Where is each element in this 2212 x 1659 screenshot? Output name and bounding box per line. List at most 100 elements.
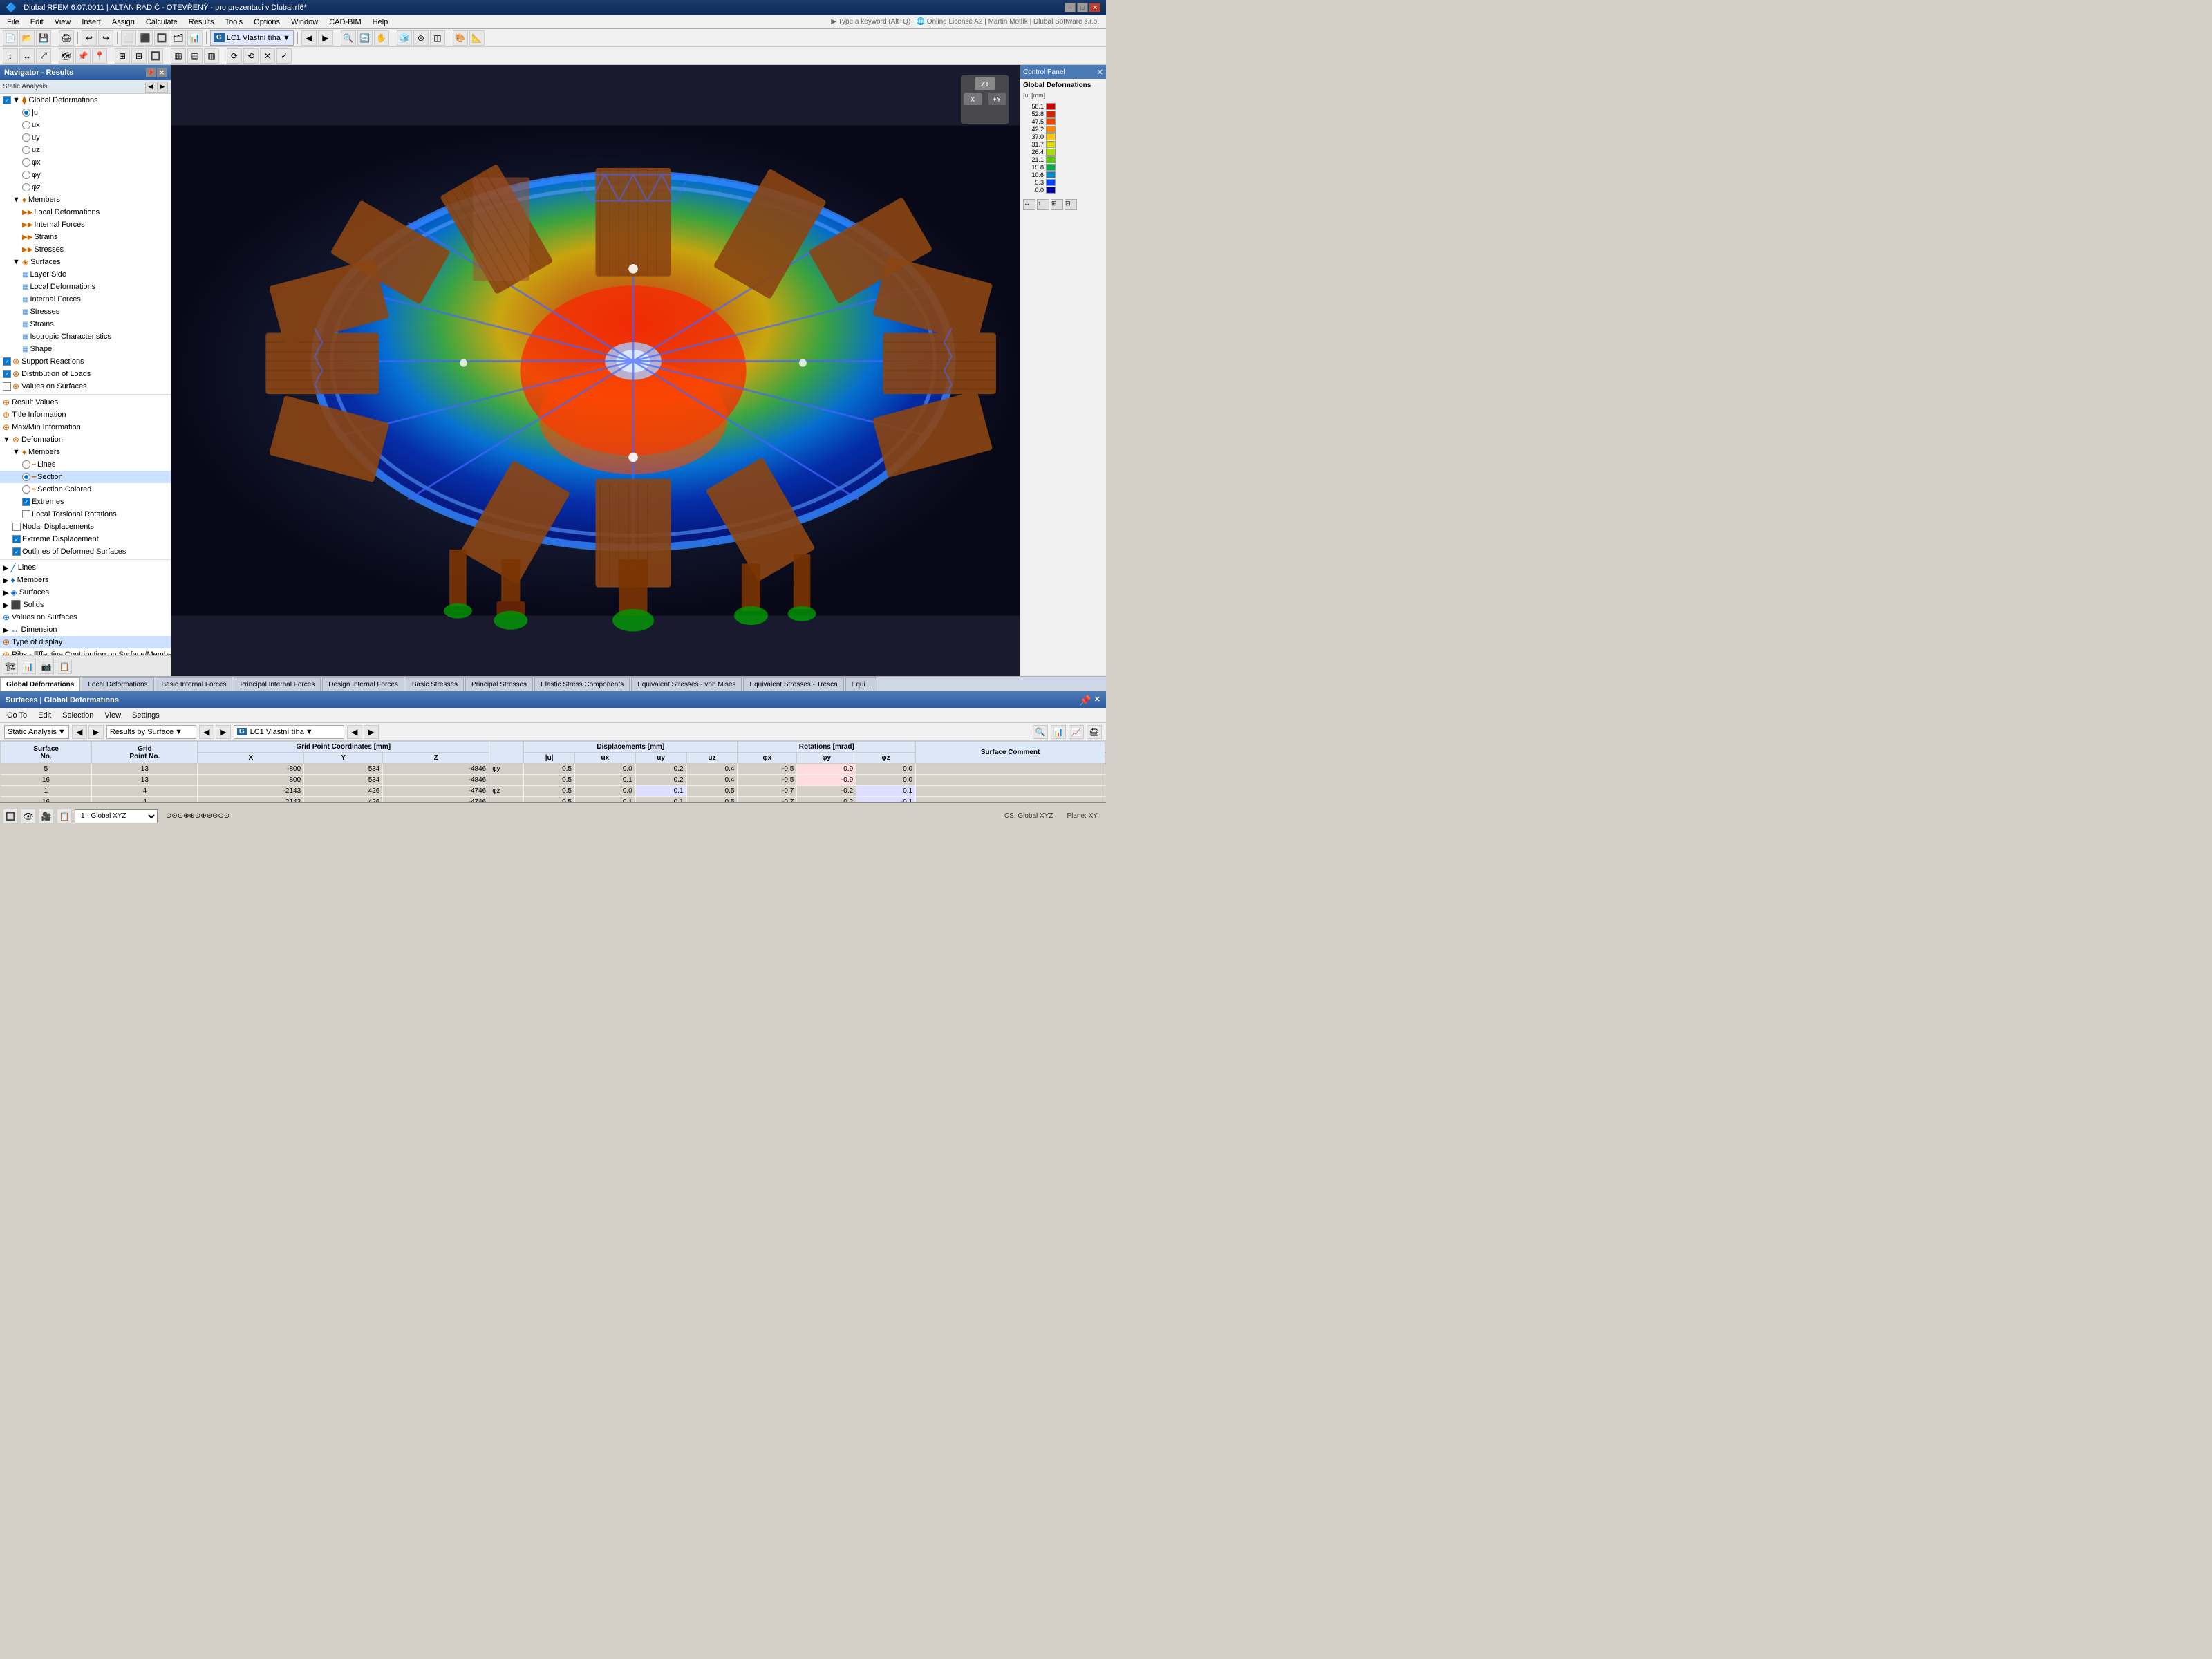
tb-btn-2[interactable]: ⬛	[138, 30, 153, 46]
rt-chart-btn[interactable]: 📈	[1069, 725, 1084, 739]
tree-mem-stresses[interactable]: ▶▶ Stresses	[0, 243, 171, 256]
tb2-15[interactable]: ✕	[260, 48, 275, 64]
tree-surfaces-group[interactable]: ▶ ◈ Surfaces	[0, 586, 171, 599]
tb-wire[interactable]: 📐	[469, 30, 485, 46]
tb2-11[interactable]: ▤	[187, 48, 203, 64]
nav-model-btn[interactable]: 🏗	[3, 659, 18, 674]
tree-ux[interactable]: ux	[0, 119, 171, 131]
tree-maxmin-info[interactable]: ⊕ Max/Min Information	[0, 421, 171, 433]
rt-export-btn[interactable]: 📊	[1051, 725, 1066, 739]
tree-mem-local-def[interactable]: ▶▶ Local Deformations	[0, 206, 171, 218]
results-pin-btn[interactable]: 📌	[1079, 695, 1091, 706]
tab-design-internal-forces[interactable]: Design Internal Forces	[322, 677, 404, 691]
tree-mem-int-forces[interactable]: ▶▶ Internal Forces	[0, 218, 171, 231]
radio-def-lines[interactable]	[22, 460, 30, 469]
open-btn[interactable]: 📂	[19, 30, 35, 46]
radio-u-abs[interactable]	[22, 109, 30, 117]
tb2-9[interactable]: 🔲	[148, 48, 163, 64]
tab-equi...[interactable]: Equi...	[845, 677, 877, 691]
lc-next[interactable]: ▶	[364, 725, 379, 739]
tb-btn-3[interactable]: 🔲	[154, 30, 169, 46]
global-def-check[interactable]	[3, 96, 11, 104]
tree-phiy[interactable]: φy	[0, 169, 171, 181]
menu-calculate[interactable]: Calculate	[140, 17, 183, 28]
tb2-13[interactable]: ⟳	[227, 48, 242, 64]
analysis-dropdown[interactable]: Static Analysis ▼	[4, 725, 69, 739]
tb-btn-1[interactable]: ⬜	[121, 30, 136, 46]
menu-options[interactable]: Options	[248, 17, 285, 28]
radio-phiy[interactable]	[22, 171, 30, 179]
dd2-prev[interactable]: ◀	[199, 725, 214, 739]
radio-phiz[interactable]	[22, 183, 30, 191]
cp-btn-4[interactable]: ⊡	[1065, 199, 1077, 210]
radio-ux[interactable]	[22, 121, 30, 129]
load-case-selector[interactable]: G LC1 Vlastní tíha ▼	[210, 30, 294, 46]
tree-def-local-torsion[interactable]: Local Torsional Rotations	[0, 508, 171, 521]
tree-sur-stresses[interactable]: ▦ Stresses	[0, 306, 171, 318]
tb2-14[interactable]: ⟲	[243, 48, 259, 64]
tree-lines-group[interactable]: ▶ ╱ Lines	[0, 561, 171, 574]
tb2-2[interactable]: ↔	[19, 48, 35, 64]
results-by-surface-dropdown[interactable]: Results by Surface ▼	[106, 725, 196, 739]
tb-btn-4[interactable]: 🗂	[171, 30, 186, 46]
menu-cadbim[interactable]: CAD-BIM	[324, 17, 366, 28]
tb2-7[interactable]: ⊞	[115, 48, 130, 64]
tb-iso[interactable]: 🧊	[397, 30, 412, 46]
tb2-16[interactable]: ✓	[276, 48, 292, 64]
tree-def-section[interactable]: ━ Section	[0, 471, 171, 483]
tab-principal-internal-forces[interactable]: Principal Internal Forces	[234, 677, 321, 691]
cp-btn-1[interactable]: ↔	[1023, 199, 1035, 210]
menu-insert[interactable]: Insert	[76, 17, 106, 28]
tb2-12[interactable]: ▥	[204, 48, 219, 64]
tree-nodal-disp[interactable]: Nodal Displacements	[0, 521, 171, 533]
tree-type-of-display[interactable]: ⊕ Type of display	[0, 636, 171, 648]
tree-sur-local-def[interactable]: ▦ Local Deformations	[0, 281, 171, 293]
tb-nav-next[interactable]: ▶	[318, 30, 333, 46]
tb-nav-prev[interactable]: ◀	[301, 30, 317, 46]
tree-global-def[interactable]: ▼ ⧫ Global Deformations	[0, 94, 171, 106]
status-btn2[interactable]: 👁	[21, 809, 36, 824]
rt-settings[interactable]: Settings	[129, 710, 162, 721]
tree-def-lines[interactable]: ╌ Lines	[0, 458, 171, 471]
rt-filter-btn[interactable]: 🔍	[1033, 725, 1048, 739]
tree-support-reactions[interactable]: ⊕ Support Reactions	[0, 355, 171, 368]
tree-values-on-surf[interactable]: ⊕ Values on Surfaces	[0, 611, 171, 624]
menu-view[interactable]: View	[49, 17, 77, 28]
tab-elastic-stress-components[interactable]: Elastic Stress Components	[534, 677, 630, 691]
nav-cam-btn[interactable]: 📷	[39, 659, 54, 674]
tab-equivalent-stresses---tresca[interactable]: Equivalent Stresses - Tresca	[743, 677, 843, 691]
tree-members[interactable]: ▼ ♦ Members	[0, 194, 171, 206]
lc-dropdown[interactable]: G LC1 Vlastní tíha ▼	[234, 725, 344, 739]
tree-extreme-disp[interactable]: Extreme Displacement	[0, 533, 171, 545]
nav-close-btn[interactable]: ✕	[157, 68, 167, 77]
rt-selection[interactable]: Selection	[59, 710, 96, 721]
tb-btn-5[interactable]: 📊	[187, 30, 203, 46]
tree-dimension[interactable]: ▶ ↔ Dimension	[0, 624, 171, 636]
status-btn1[interactable]: 🔲	[3, 809, 18, 824]
tb2-6[interactable]: 📍	[92, 48, 107, 64]
nav-list-btn[interactable]: 📋	[57, 659, 72, 674]
menu-window[interactable]: Window	[285, 17, 324, 28]
rt-goto[interactable]: Go To	[4, 710, 30, 721]
menu-help[interactable]: Help	[367, 17, 394, 28]
menu-edit[interactable]: Edit	[25, 17, 49, 28]
tree-sur-int-forces[interactable]: ▦ Internal Forces	[0, 293, 171, 306]
status-btn4[interactable]: 📋	[57, 809, 72, 824]
tree-def-extremes[interactable]: Extremes	[0, 496, 171, 508]
tab-basic-stresses[interactable]: Basic Stresses	[406, 677, 464, 691]
undo-btn[interactable]: ↩	[82, 30, 97, 46]
radio-def-section-colored[interactable]	[22, 485, 30, 494]
tree-outlines[interactable]: Outlines of Deformed Surfaces	[0, 545, 171, 558]
cp-btn-2[interactable]: ↕	[1037, 199, 1049, 210]
new-btn[interactable]: 📄	[3, 30, 18, 46]
menu-file[interactable]: File	[1, 17, 25, 28]
radio-uz[interactable]	[22, 146, 30, 154]
dd2-next[interactable]: ▶	[216, 725, 231, 739]
tb-front[interactable]: ◫	[430, 30, 445, 46]
tree-u-abs[interactable]: |u|	[0, 106, 171, 119]
dd-prev[interactable]: ◀	[72, 725, 87, 739]
tree-sur-iso[interactable]: ▦ Isotropic Characteristics	[0, 330, 171, 343]
menu-assign[interactable]: Assign	[106, 17, 140, 28]
minimize-button[interactable]: ─	[1065, 3, 1076, 12]
tree-phiz[interactable]: φz	[0, 181, 171, 194]
